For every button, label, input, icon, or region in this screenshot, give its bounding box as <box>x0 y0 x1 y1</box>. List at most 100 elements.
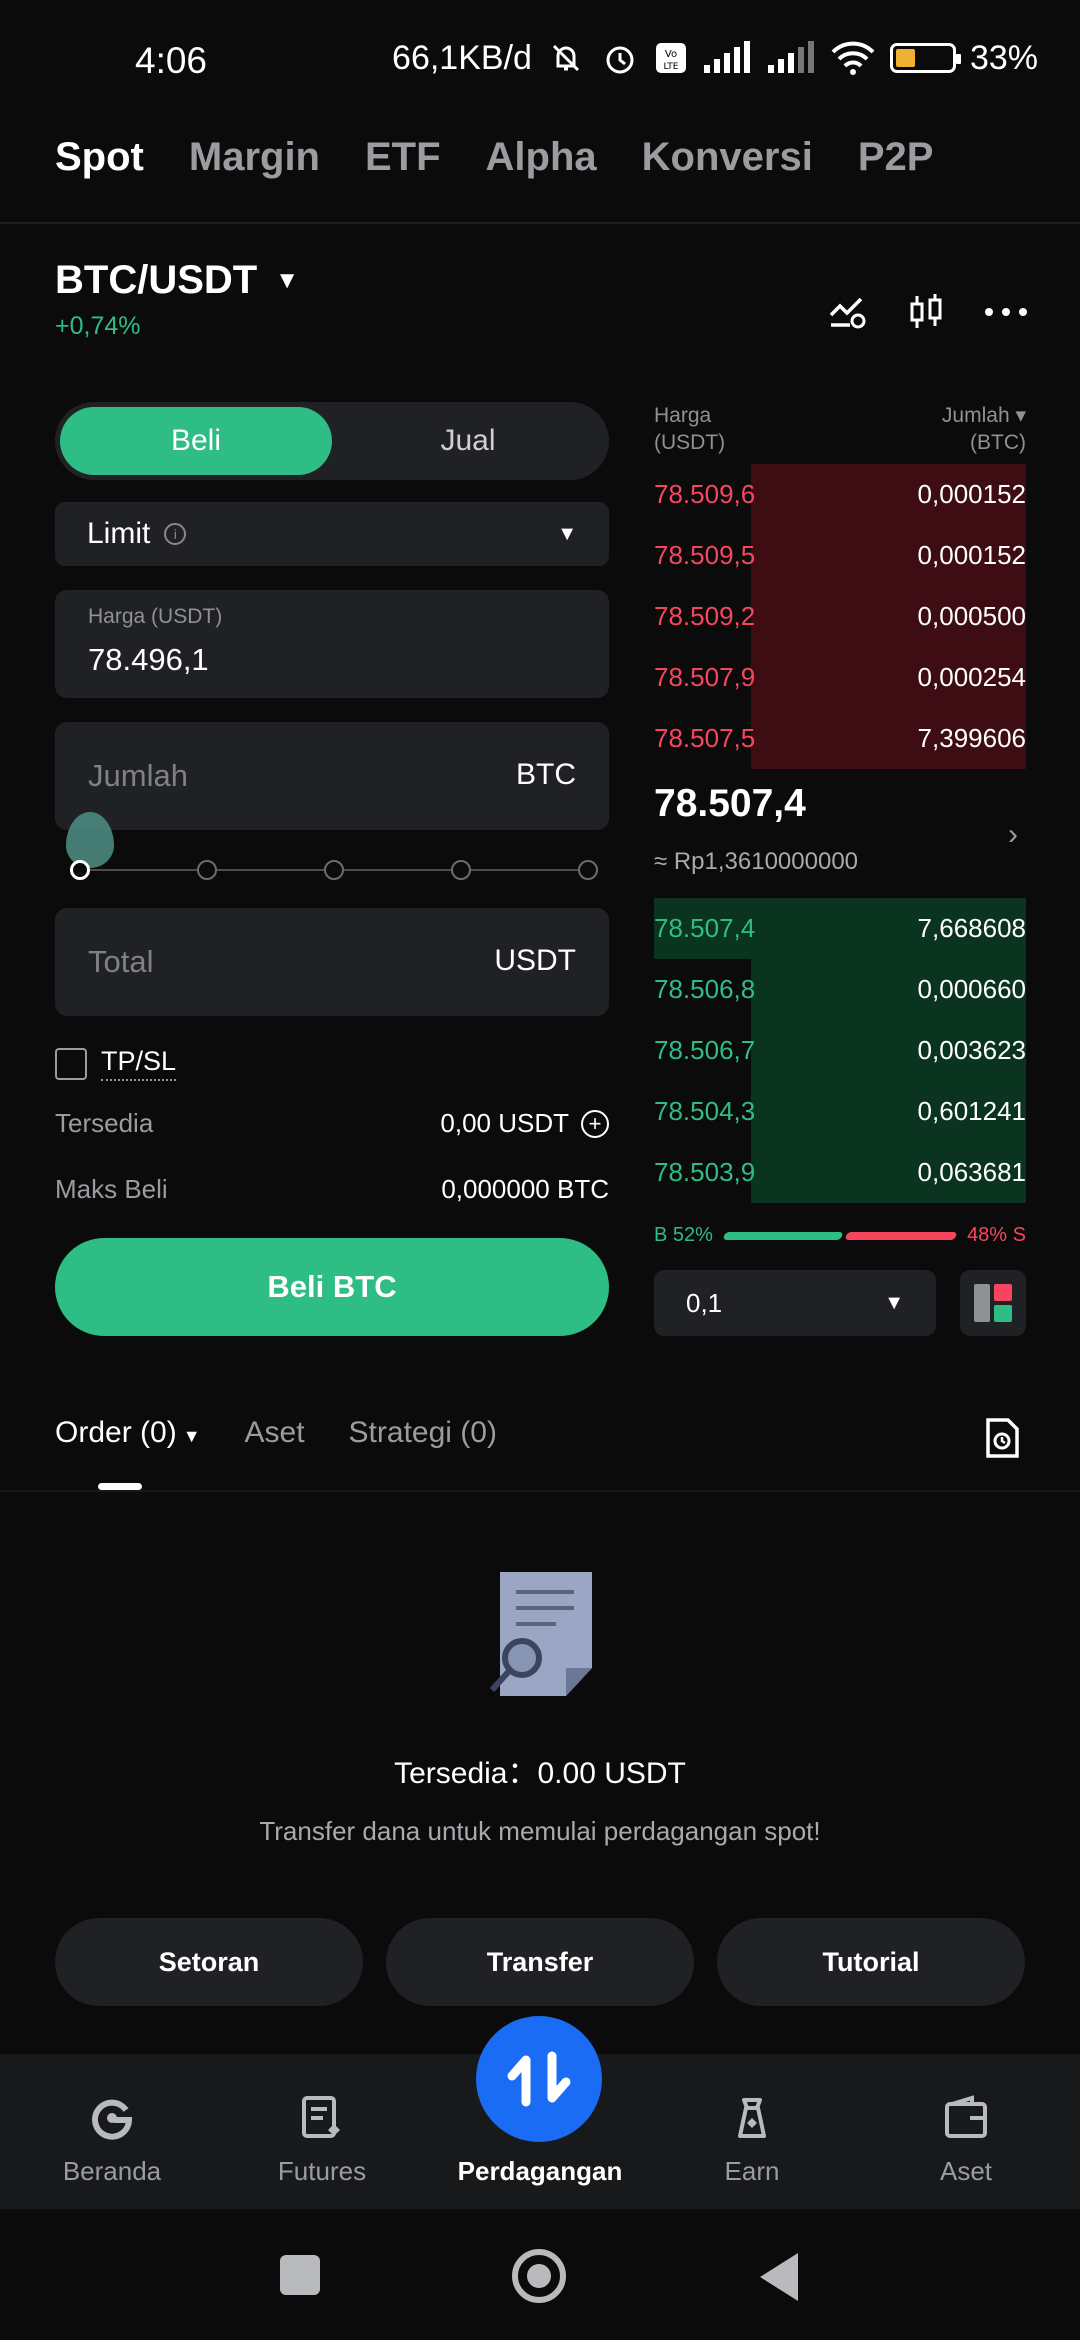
bid-price: 78.507,4 <box>654 913 756 943</box>
ask-row[interactable]: 78.507,9 0,000254 <box>654 647 1026 708</box>
recent-apps-icon[interactable] <box>280 2255 320 2295</box>
bid-price: 78.503,9 <box>654 1157 756 1187</box>
checkbox[interactable] <box>55 1047 87 1080</box>
swap-arrows-icon <box>507 2051 571 2107</box>
svg-text:LTE: LTE <box>663 62 678 72</box>
nav-futures-label: Futures <box>277 2156 367 2186</box>
nav-futures[interactable]: Futures <box>222 2054 422 2209</box>
tabs-divider <box>0 1490 1080 1492</box>
tab-orders[interactable]: Order (0) ▼ <box>55 1416 201 1450</box>
ask-row[interactable]: 78.509,2 0,000500 <box>654 586 1026 647</box>
svg-text:Vo: Vo <box>665 49 677 60</box>
home-button-icon[interactable] <box>512 2249 566 2303</box>
transfer-button[interactable]: Transfer <box>386 1918 694 2006</box>
tab-assets[interactable]: Aset <box>245 1416 305 1450</box>
available-label: Tersedia <box>55 1108 154 1138</box>
amount-unit: BTC <box>516 758 576 791</box>
dropdown-arrow-icon: ▼ <box>557 522 577 545</box>
add-funds-icon[interactable]: + <box>581 1109 609 1138</box>
buy-btc-button[interactable]: Beli BTC <box>55 1238 609 1336</box>
deposit-button[interactable]: Setoran <box>55 1918 363 2006</box>
ask-amount: 7,399606 <box>917 723 1026 753</box>
back-icon[interactable] <box>760 2253 798 2301</box>
ob-amount-header[interactable]: Jumlah ▾ (BTC) <box>942 402 1026 456</box>
slider-handle[interactable] <box>70 860 90 880</box>
amount-input[interactable]: Jumlah BTC <box>55 722 609 830</box>
alarm-icon <box>600 38 640 78</box>
buy-ratio: B 52% <box>654 1224 713 1246</box>
ask-amount: 0,000152 <box>917 479 1026 509</box>
bid-row[interactable]: 78.503,9 0,063681 <box>654 1142 1026 1203</box>
transfer-hint: Transfer dana untuk memulai perdagangan … <box>259 1816 821 1846</box>
ask-amount: 0,000500 <box>917 601 1026 631</box>
ask-row[interactable]: 78.509,6 0,000152 <box>654 464 1026 525</box>
bid-amount: 0,601241 <box>917 1096 1026 1126</box>
ask-price: 78.509,5 <box>654 540 756 570</box>
buy-sell-ratio: B 52% 48% S <box>654 1224 1026 1248</box>
pair-selector[interactable]: BTC/USDT ▼ <box>55 258 299 303</box>
buy-toggle[interactable]: Beli <box>60 407 332 475</box>
order-book-layout-icon[interactable] <box>960 1270 1026 1336</box>
bid-row[interactable]: 78.504,3 0,601241 <box>654 1081 1026 1142</box>
bid-amount: 7,668608 <box>917 913 1026 943</box>
amount-slider[interactable] <box>70 858 598 882</box>
tab-spot[interactable]: Spot <box>55 135 144 180</box>
tab-strategy[interactable]: Strategi (0) <box>349 1416 497 1450</box>
order-type-value: Limit <box>87 517 151 550</box>
nav-earn[interactable]: Earn <box>652 2054 852 2209</box>
precision-value: 0,1 <box>686 1287 723 1318</box>
slider-step-75[interactable] <box>451 860 471 880</box>
slider-step-100[interactable] <box>578 860 598 880</box>
ask-row[interactable]: 78.509,5 0,000152 <box>654 525 1026 586</box>
buy-sell-toggle: Beli Jual <box>55 402 609 480</box>
tab-etf[interactable]: ETF <box>365 135 441 180</box>
nav-earn-label: Earn <box>724 2156 780 2186</box>
slider-step-25[interactable] <box>197 860 217 880</box>
tab-p2p[interactable]: P2P <box>858 135 934 180</box>
nav-assets-label: Aset <box>939 2156 993 2186</box>
bid-price: 78.504,3 <box>654 1096 756 1126</box>
header-divider <box>0 222 1080 224</box>
slider-step-50[interactable] <box>324 860 344 880</box>
max-buy-label: Maks Beli <box>55 1174 168 1204</box>
available-row: Tersedia 0,00 USDT + <box>55 1108 609 1139</box>
order-type-select[interactable]: Limit i ▼ <box>55 502 609 566</box>
bid-row[interactable]: 78.506,7 0,003623 <box>654 1020 1026 1081</box>
nav-home[interactable]: Beranda <box>12 2054 212 2209</box>
bid-amount: 0,063681 <box>917 1157 1026 1187</box>
futures-icon <box>302 2096 340 2138</box>
candlestick-chart-icon[interactable] <box>908 292 944 332</box>
sell-toggle[interactable]: Jual <box>332 407 604 475</box>
price-input[interactable]: Harga (USDT) 78.496,1 <box>55 590 609 698</box>
precision-select[interactable]: 0,1 ▼ <box>654 1270 936 1336</box>
nav-trade-label: Perdagangan <box>457 2156 623 2186</box>
total-unit: USDT <box>494 944 576 977</box>
info-icon[interactable]: i <box>164 523 187 545</box>
tab-konversi[interactable]: Konversi <box>642 135 813 180</box>
bid-row[interactable]: 78.506,8 0,000660 <box>654 959 1026 1020</box>
last-price[interactable]: 78.507,4 <box>654 782 806 826</box>
bid-amount: 0,003623 <box>917 1035 1026 1065</box>
tab-margin[interactable]: Margin <box>189 135 320 180</box>
fiat-price: ≈ Rp1,3610000000 <box>654 848 859 875</box>
order-history-icon[interactable] <box>984 1417 1020 1464</box>
tutorial-button[interactable]: Tutorial <box>717 1918 1025 2006</box>
signal-icon <box>702 41 752 75</box>
sell-ratio: 48% S <box>967 1224 1026 1246</box>
tab-alpha[interactable]: Alpha <box>486 135 597 180</box>
more-options-icon[interactable] <box>984 307 1028 317</box>
ask-row[interactable]: 78.507,5 7,399606 <box>654 708 1026 769</box>
home-logo-icon <box>92 2099 133 2140</box>
total-input[interactable]: Total USDT <box>55 908 609 1016</box>
price-alert-icon[interactable] <box>828 295 868 329</box>
available-balance-text: Tersedia：0.00 USDT <box>394 1757 686 1790</box>
ask-price: 78.509,6 <box>654 479 756 509</box>
chevron-right-icon[interactable]: › <box>1008 818 1018 852</box>
bid-row[interactable]: 78.507,4 7,668608 <box>654 898 1026 959</box>
trade-fab-button[interactable] <box>476 2016 602 2142</box>
mute-bell-icon <box>546 38 586 78</box>
sell-ratio-bar <box>844 1232 958 1240</box>
status-bar: 4:06 66,1KB/d Vo LTE 33% <box>0 0 1080 120</box>
tpsl-checkbox[interactable]: TP/SL <box>55 1046 177 1081</box>
nav-assets[interactable]: Aset <box>866 2054 1066 2209</box>
